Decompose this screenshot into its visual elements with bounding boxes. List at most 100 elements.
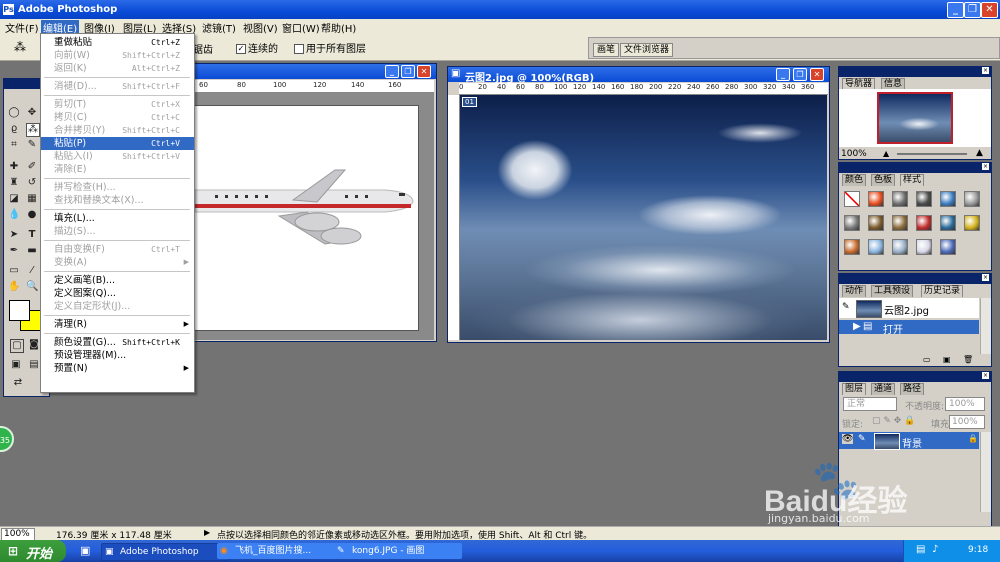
style-swatch[interactable] — [940, 215, 956, 231]
tab-swatches[interactable]: 色板 — [871, 174, 896, 186]
edit-menu-item[interactable]: 定义画笔(B)... — [41, 274, 194, 287]
minimize-button[interactable]: _ — [947, 2, 964, 18]
menu-help[interactable]: 帮助(H) — [319, 20, 358, 35]
brush-tool-icon[interactable]: ✐ — [26, 161, 38, 173]
airplane-canvas[interactable] — [194, 105, 419, 331]
maximize-button[interactable]: ❐ — [964, 2, 981, 18]
palette-close-icon[interactable]: × — [982, 274, 989, 281]
task-photoshop[interactable]: ▣ Adobe Photoshop — [101, 543, 230, 561]
marquee-tool-icon[interactable]: ◯ — [8, 107, 20, 119]
edit-menu-item[interactable]: 重做粘贴 Ctrl+Z — [41, 36, 194, 49]
fill-input[interactable]: 100% — [949, 415, 985, 429]
healing-brush-icon[interactable]: ✚ — [8, 161, 20, 173]
doc-minimize-button[interactable]: _ — [385, 65, 399, 78]
style-swatch[interactable] — [916, 215, 932, 231]
layer-row-background[interactable]: 👁 ✎ 背景 🔒 — [839, 432, 979, 450]
tab-history[interactable]: 历史记录 — [921, 285, 964, 297]
volume-icon[interactable]: ♪ — [932, 544, 938, 555]
eyedropper-icon[interactable]: ⁄ — [26, 265, 38, 277]
menu-view[interactable]: 视图(V) — [241, 20, 280, 35]
edit-menu-item[interactable]: 颜色设置(G)... Shift+Ctrl+K — [41, 336, 194, 349]
magic-wand-tool-icon[interactable]: ⁂ — [14, 40, 26, 54]
edit-menu-item[interactable]: 清理(R) ▶ — [41, 318, 194, 331]
style-swatch[interactable] — [916, 239, 932, 255]
tab-file-browser[interactable]: 文件浏览器 — [620, 43, 674, 57]
palette-close-icon[interactable]: × — [982, 67, 989, 74]
style-swatch[interactable] — [964, 215, 980, 231]
edit-menu-item[interactable]: 预设管理器(M)... — [41, 349, 194, 362]
foreground-color-swatch[interactable] — [9, 300, 30, 321]
new-document-icon[interactable]: ▭ — [923, 355, 931, 364]
menu-filter[interactable]: 滤镜(T) — [200, 20, 238, 35]
style-swatch[interactable] — [868, 191, 884, 207]
edit-menu-item[interactable]: 预置(N) ▶ — [41, 362, 194, 375]
task-paint[interactable]: ✎ kong6.JPG - 画图 — [334, 543, 462, 559]
eye-visibility-icon[interactable]: 👁 — [842, 434, 854, 444]
status-arrow-icon[interactable]: ▶ — [204, 528, 210, 537]
zoom-tool-icon[interactable]: 🔍 — [26, 281, 38, 293]
start-button[interactable]: ⊞ 开始 — [0, 540, 66, 562]
blur-tool-icon[interactable]: 💧 — [8, 209, 20, 221]
doc-minimize-button[interactable]: _ — [776, 68, 790, 81]
layers-scrollbar[interactable] — [980, 432, 991, 512]
gradient-tool-icon[interactable]: ▦ — [26, 193, 38, 205]
tab-paths[interactable]: 路径 — [900, 383, 925, 395]
path-select-icon[interactable]: ➤ — [8, 229, 20, 241]
quickmask-mode-icon[interactable]: ◙ — [28, 339, 40, 351]
doc-maximize-button[interactable]: ❐ — [401, 65, 415, 78]
tab-brushes[interactable]: 画笔 — [593, 43, 620, 57]
history-step-row[interactable]: ▶ ▤ 打开 — [839, 320, 979, 336]
close-button[interactable]: ✕ — [981, 2, 998, 18]
tab-actions[interactable]: 动作 — [842, 285, 867, 297]
palette-close-icon[interactable]: × — [982, 163, 989, 170]
doc-close-button[interactable]: ✕ — [810, 68, 824, 81]
hand-tool-icon[interactable]: ✋ — [8, 281, 20, 293]
zoom-in-icon[interactable]: ▲ — [976, 148, 983, 158]
fullscreen-mode-icon[interactable]: ▤ — [28, 359, 40, 371]
dodge-tool-icon[interactable]: ● — [26, 209, 38, 221]
screen-mode-icon[interactable]: ▣ — [10, 359, 22, 371]
edit-menu-item[interactable]: 定义图案(Q)... — [41, 287, 194, 300]
tab-color[interactable]: 颜色 — [842, 174, 867, 186]
type-tool-icon[interactable]: T — [26, 229, 38, 241]
style-swatch[interactable] — [892, 239, 908, 255]
magic-wand-icon[interactable]: ⁂ — [26, 123, 40, 137]
style-swatch[interactable] — [844, 239, 860, 255]
style-swatch[interactable] — [844, 191, 860, 207]
opacity-input[interactable]: 100% — [945, 397, 985, 411]
clock[interactable]: 9:18 — [968, 545, 988, 555]
quicklaunch-desktop-icon[interactable]: ▣ — [80, 544, 90, 557]
trash-icon[interactable]: 🗑 — [963, 355, 973, 364]
zoom-slider[interactable] — [897, 153, 967, 155]
tab-styles[interactable]: 样式 — [900, 174, 925, 186]
notes-tool-icon[interactable]: ▭ — [8, 265, 20, 277]
style-swatch[interactable] — [964, 239, 978, 253]
style-swatch[interactable] — [940, 191, 956, 207]
lock-icons[interactable]: ▢ ✎ ✥ 🔒 — [872, 416, 915, 426]
navigator-zoom[interactable]: 100% — [841, 149, 867, 159]
history-scrollbar[interactable] — [980, 298, 991, 354]
contiguous-checkbox[interactable]: ✓ 连续的 — [236, 40, 278, 55]
doc-close-button[interactable]: ✕ — [417, 65, 431, 78]
navigator-thumbnail[interactable] — [877, 92, 953, 144]
standard-mode-icon[interactable]: ▢ — [10, 339, 24, 353]
move-tool-icon[interactable]: ✥ — [26, 107, 38, 119]
palette-close-icon[interactable]: × — [982, 372, 989, 379]
imageready-icon[interactable]: ⇄ — [12, 377, 24, 389]
style-swatch[interactable] — [892, 191, 908, 207]
crop-tool-icon[interactable]: ⌗ — [8, 139, 20, 151]
network-icon[interactable]: ▤ — [916, 544, 925, 555]
doc-maximize-button[interactable]: ❐ — [793, 68, 807, 81]
style-swatch[interactable] — [892, 215, 908, 231]
zoom-out-icon[interactable]: ▲ — [883, 149, 889, 158]
task-browser[interactable]: ◉ 飞机_百度图片搜... — [217, 543, 345, 559]
menu-file[interactable]: 文件(F) — [3, 20, 41, 35]
eraser-tool-icon[interactable]: ◪ — [8, 193, 20, 205]
style-swatch[interactable] — [916, 191, 932, 207]
stamp-tool-icon[interactable]: ♜ — [8, 177, 20, 189]
lasso-tool-icon[interactable]: ϱ — [8, 123, 20, 135]
shape-tool-icon[interactable]: ▬ — [26, 245, 38, 257]
tab-layers[interactable]: 图层 — [842, 383, 867, 395]
history-snapshot-row[interactable]: ✎ 云图2.jpg — [839, 298, 979, 318]
blend-mode-select[interactable]: 正常 — [843, 397, 897, 411]
